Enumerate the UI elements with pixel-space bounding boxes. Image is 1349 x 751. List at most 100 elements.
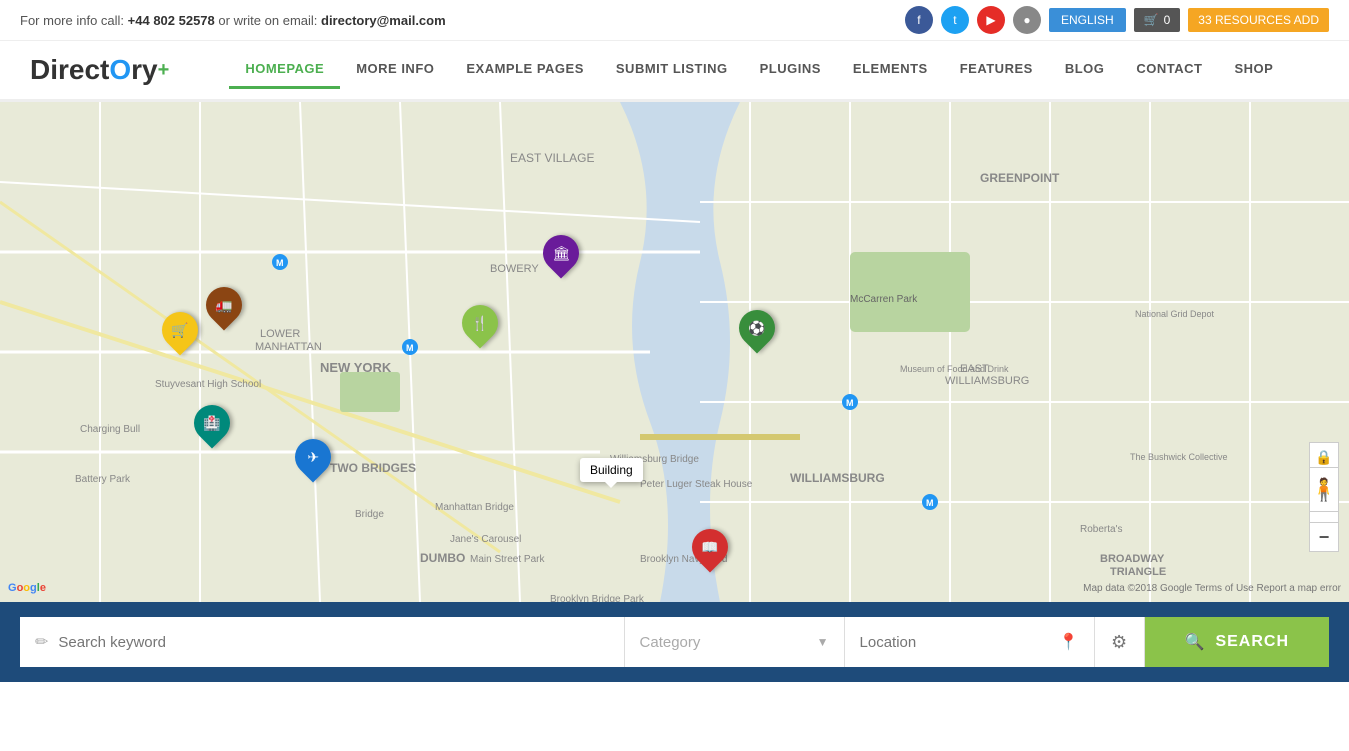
map-area[interactable]: NEW YORK LOWER MANHATTAN Stuyvesant High… — [0, 102, 1349, 602]
pin-shopping[interactable]: 🛒 — [162, 312, 198, 348]
svg-text:M: M — [926, 498, 934, 508]
pin-truck[interactable]: 🚛 — [206, 287, 242, 323]
logo-globe-icon: O — [109, 54, 131, 86]
location-icon: 📍 — [1059, 632, 1079, 652]
email-link[interactable]: directory@mail.com — [321, 13, 446, 28]
svg-text:Brooklyn Bridge Park: Brooklyn Bridge Park — [550, 594, 645, 602]
language-button[interactable]: ENGLISH — [1049, 8, 1126, 32]
pin-plane[interactable]: ✈ — [295, 439, 331, 475]
svg-text:TWO BRIDGES: TWO BRIDGES — [330, 461, 416, 475]
youtube-icon[interactable]: ▶ — [977, 6, 1005, 34]
svg-text:Peter Luger Steak House: Peter Luger Steak House — [640, 479, 753, 490]
svg-text:Battery Park: Battery Park — [75, 474, 131, 485]
topbar-right: f t ▶ ● ENGLISH 🛒 0 33 RESOURCES ADD — [905, 6, 1329, 34]
svg-text:NEW YORK: NEW YORK — [320, 360, 392, 375]
medical-pin-icon: 🏥 — [203, 415, 220, 432]
nav-more-info[interactable]: MORE INFO — [340, 51, 450, 89]
svg-text:BROADWAY: BROADWAY — [1100, 553, 1165, 565]
svg-text:TRIANGLE: TRIANGLE — [1110, 566, 1166, 578]
facebook-icon[interactable]: f — [905, 6, 933, 34]
svg-text:M: M — [276, 258, 284, 268]
svg-text:National Grid Depot: National Grid Depot — [1135, 309, 1215, 319]
nav-features[interactable]: FEATURES — [944, 51, 1049, 89]
svg-text:Charging Bull: Charging Bull — [80, 424, 140, 435]
category-select[interactable]: Category Food Shopping Hotels Sports Edu… — [640, 634, 812, 651]
nav-shop[interactable]: SHOP — [1218, 51, 1289, 89]
logo-plus-icon: + — [158, 59, 170, 82]
zoom-out-button[interactable]: − — [1309, 522, 1339, 552]
map-background: NEW YORK LOWER MANHATTAN Stuyvesant High… — [0, 102, 1349, 602]
website-icon[interactable]: ● — [1013, 6, 1041, 34]
header: DirectOry+ HOMEPAGE MORE INFO EXAMPLE PA… — [0, 41, 1349, 102]
or-text: or write on email: — [218, 13, 321, 28]
museum-pin-icon: 🏛 — [552, 245, 570, 262]
svg-text:BOWERY: BOWERY — [490, 263, 539, 275]
search-bar: ✏ Category Food Shopping Hotels Sports E… — [0, 602, 1349, 682]
pin-museum[interactable]: 🏛 — [543, 235, 579, 271]
svg-text:GREENPOINT: GREENPOINT — [980, 171, 1060, 185]
nav-submit-listing[interactable]: SUBMIT LISTING — [600, 51, 744, 89]
location-input-wrap: 📍 — [845, 617, 1095, 667]
add-text: ADD — [1294, 13, 1319, 27]
svg-text:LOWER: LOWER — [260, 328, 300, 340]
map-footer: Map data ©2018 Google Terms of Use Repor… — [1083, 583, 1341, 594]
nav-example-pages[interactable]: EXAMPLE PAGES — [450, 51, 600, 89]
nav-elements[interactable]: ELEMENTS — [837, 51, 944, 89]
gear-icon: ⚙ — [1111, 632, 1127, 653]
topbar-contact: For more info call: +44 802 52578 or wri… — [20, 13, 446, 28]
svg-text:Manhattan Bridge: Manhattan Bridge — [435, 502, 514, 513]
map-footer-text: Map data ©2018 Google Terms of Use Repor… — [1083, 583, 1341, 594]
category-select-wrap: Category Food Shopping Hotels Sports Edu… — [625, 617, 845, 667]
street-view-control[interactable]: 🧍 — [1309, 467, 1339, 512]
plane-pin-icon: ✈ — [307, 449, 319, 466]
twitter-icon[interactable]: t — [941, 6, 969, 34]
svg-text:Jane's Carousel: Jane's Carousel — [450, 534, 521, 545]
cart-count: 0 — [1164, 13, 1171, 27]
main-nav: HOMEPAGE MORE INFO EXAMPLE PAGES SUBMIT … — [229, 51, 1289, 89]
svg-text:McCarren Park: McCarren Park — [850, 294, 918, 305]
pin-food[interactable]: 🍴 — [462, 305, 498, 341]
keyword-input-wrap: ✏ — [20, 617, 625, 667]
keyword-input[interactable] — [58, 634, 608, 651]
svg-text:Museum of Food and Drink: Museum of Food and Drink — [900, 364, 1009, 374]
nav-blog[interactable]: BLOG — [1049, 51, 1121, 89]
contact-text: For more info call: — [20, 13, 128, 28]
nav-contact[interactable]: CONTACT — [1120, 51, 1218, 89]
chevron-down-icon: ▼ — [817, 635, 829, 649]
building-popup-text: Building — [590, 463, 633, 477]
building-popup: Building — [580, 458, 643, 482]
google-text: Google — [8, 582, 46, 594]
pin-medical[interactable]: 🏥 — [194, 405, 230, 441]
location-input[interactable] — [860, 634, 1054, 651]
logo-text-dir: Direct — [30, 54, 109, 86]
svg-text:Roberta's: Roberta's — [1080, 524, 1123, 535]
pin-book[interactable]: 📖 — [692, 529, 728, 565]
nav-homepage[interactable]: HOMEPAGE — [229, 51, 340, 89]
svg-text:WILLIAMSBURG: WILLIAMSBURG — [945, 375, 1029, 387]
settings-button[interactable]: ⚙ — [1095, 617, 1145, 667]
svg-text:The Bushwick Collective: The Bushwick Collective — [1130, 452, 1228, 462]
cart-button[interactable]: 🛒 0 — [1134, 8, 1181, 32]
svg-text:Bridge: Bridge — [355, 509, 384, 520]
logo[interactable]: DirectOry+ — [30, 54, 169, 86]
resources-button[interactable]: 33 RESOURCES ADD — [1188, 8, 1329, 32]
lock-icon: 🔒 — [1315, 449, 1332, 466]
topbar: For more info call: +44 802 52578 or wri… — [0, 0, 1349, 41]
search-button[interactable]: 🔍 SEARCH — [1145, 617, 1329, 667]
soccer-pin-icon: ⚽ — [748, 320, 765, 337]
svg-text:EAST VILLAGE: EAST VILLAGE — [510, 151, 595, 165]
svg-text:M: M — [846, 398, 854, 408]
book-pin-icon: 📖 — [701, 539, 718, 556]
logo-text-ry: ry — [131, 54, 157, 86]
search-button-icon: 🔍 — [1185, 632, 1206, 652]
svg-text:MANHATTAN: MANHATTAN — [255, 341, 322, 353]
person-icon: 🧍 — [1310, 477, 1337, 503]
svg-text:Main Street Park: Main Street Park — [470, 554, 545, 565]
svg-text:Stuyvesant High School: Stuyvesant High School — [155, 379, 261, 390]
phone-link[interactable]: +44 802 52578 — [128, 13, 215, 28]
pin-soccer[interactable]: ⚽ — [739, 310, 775, 346]
search-button-label: SEARCH — [1215, 633, 1289, 651]
food-pin-icon: 🍴 — [471, 315, 488, 332]
nav-plugins[interactable]: PLUGINS — [744, 51, 837, 89]
pencil-icon: ✏ — [35, 632, 48, 652]
